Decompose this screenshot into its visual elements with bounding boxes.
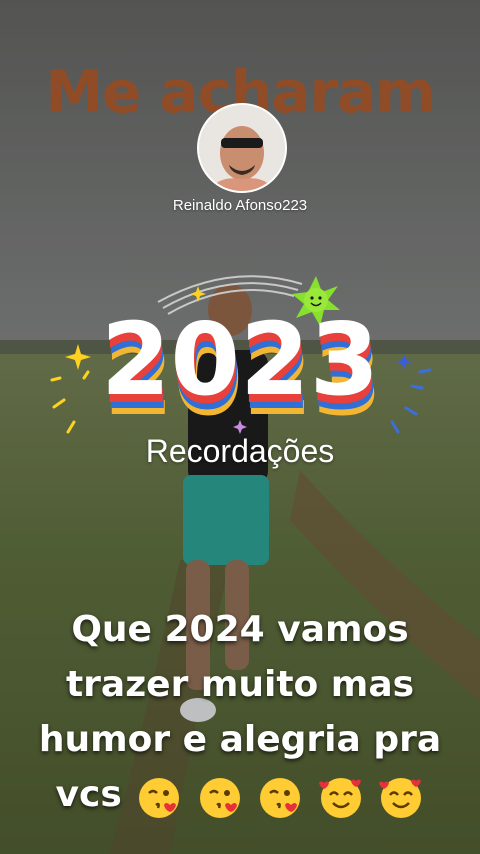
kissing-face-icon (139, 777, 180, 818)
caption-line: trazer muito mas (65, 664, 415, 705)
recap-year: 2023 (101, 301, 379, 418)
kissing-face-icon (260, 777, 301, 818)
smiling-face-with-hearts-icon (318, 777, 361, 818)
caption-line-last: vcs (30, 767, 450, 824)
video-caption: Que 2024 vamos trazer muito mas humor e … (30, 602, 450, 824)
caption-emojis (134, 769, 424, 824)
video-frame[interactable]: Me acharam Reinaldo Afonso223 2023 2023 … (0, 0, 480, 854)
profile-username[interactable]: Reinaldo Afonso223 (0, 197, 480, 214)
caption-line: vcs (55, 774, 122, 815)
profile-avatar[interactable] (197, 103, 287, 193)
avatar-image (199, 105, 285, 191)
smiling-face-with-hearts-icon (379, 777, 422, 818)
kissing-face-icon (199, 777, 240, 818)
caption-line: humor e alegria pra (38, 719, 442, 760)
recap-year-sticker: 2023 2023 2023 2023 (50, 275, 432, 438)
recap-label: Recordações (145, 433, 335, 469)
caption-line: Que 2024 vamos (71, 609, 409, 650)
